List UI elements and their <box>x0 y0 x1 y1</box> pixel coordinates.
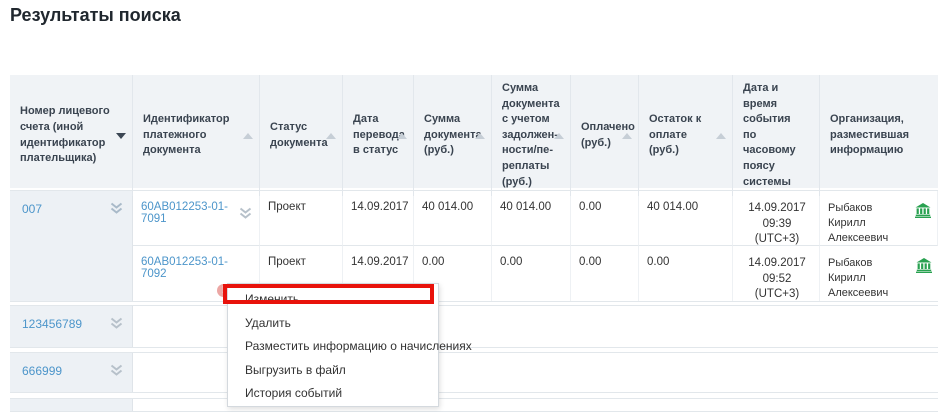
column-header-label: Сумма документа (руб.) <box>424 112 482 159</box>
column-header-label: Организация, разместившая информацию <box>830 112 930 159</box>
double-chevron-down-icon[interactable] <box>109 202 124 215</box>
amount-cell: 40 014.00 <box>414 191 492 246</box>
sort-asc-icon <box>475 133 485 139</box>
double-chevron-down-icon[interactable] <box>109 317 124 330</box>
sort-asc-icon <box>554 133 564 139</box>
column-header-amount-with-debt[interactable]: Сумма документа с учетом задолжен­ности/… <box>492 75 571 196</box>
menu-item-delete[interactable]: Удалить <box>228 312 438 336</box>
account-number-link[interactable]: 123456789 <box>22 317 82 331</box>
column-header-amount[interactable]: Сумма документа (руб.) <box>414 75 492 196</box>
column-header-label: Дата и время события по часовому поясу с… <box>743 81 803 190</box>
account-block-123456789: 123456789 <box>10 305 938 348</box>
column-header-label: Статус документа <box>270 120 328 151</box>
account-block-partial <box>10 398 938 412</box>
double-chevron-down-icon[interactable] <box>109 364 124 377</box>
event-time: 09:39 <box>741 217 813 233</box>
status-cell: Проект <box>260 191 343 246</box>
sort-desc-icon <box>116 133 126 139</box>
sort-asc-icon <box>397 133 407 139</box>
account-number-link[interactable]: 007 <box>22 202 42 216</box>
column-header-account-number[interactable]: Номер лицевого счета (иной идентификатор… <box>10 75 133 196</box>
document-id-link[interactable]: 60AB012253-01-7091 <box>141 201 234 225</box>
column-header-label: Идентификатор платежного документа <box>143 112 243 159</box>
paid-cell: 0.00 <box>571 191 639 246</box>
event-time: 09:52 <box>741 272 813 288</box>
search-results-table: Номер лицевого счета (иной идентификатор… <box>10 75 938 412</box>
status-date-cell: 14.09.2017 <box>343 191 414 246</box>
organization-cell: Рыбаков Кирилл Алексеевич <box>820 246 938 301</box>
column-header-due[interactable]: Остаток к оплате (руб.) <box>639 75 733 196</box>
column-header-paid[interactable]: Оплачено (руб.) <box>571 75 639 196</box>
account-cell: 007 <box>10 191 133 301</box>
document-context-menu: Изменить Удалить Разместить информацию о… <box>227 283 439 407</box>
event-datetime-cell: 14.09.2017 09:52 (UTC+3) <box>733 246 820 301</box>
column-header-document-id[interactable]: Идентификатор платежного документа <box>133 75 260 196</box>
event-timezone: (UTC+3) <box>741 232 813 246</box>
column-header-event-datetime: Дата и время события по часовому поясу с… <box>733 75 820 196</box>
column-header-status-date[interactable]: Дата перевода в статус <box>343 75 414 196</box>
account-block-007: 007 60AB012253-01-7091 Проект 14.09.2017… <box>10 190 938 302</box>
account-cell: 123456789 <box>10 306 133 347</box>
sort-asc-icon <box>622 133 632 139</box>
sort-asc-icon <box>243 133 253 139</box>
double-chevron-down-icon[interactable] <box>238 207 253 220</box>
account-number-link[interactable]: 666999 <box>22 364 62 378</box>
page-title: Результаты поиска <box>10 5 181 26</box>
event-datetime-cell: 14.09.2017 09:39 (UTC+3) <box>733 191 820 246</box>
menu-item-post-accruals[interactable]: Разместить информацию о начислениях <box>228 335 438 359</box>
menu-item-event-history[interactable]: История событий <box>228 382 438 406</box>
organization-name: Рыбаков Кирилл Алексеевич <box>828 201 911 246</box>
event-date: 14.09.2017 <box>741 201 813 217</box>
column-header-status[interactable]: Статус документа <box>260 75 343 196</box>
menu-item-edit[interactable]: Изменить <box>228 288 438 312</box>
column-header-label: Остаток к оплате (руб.) <box>649 112 716 159</box>
organization-cell: Рыбаков Кирилл Алексеевич <box>820 191 938 246</box>
menu-item-export-to-file[interactable]: Выгрузить в файл <box>228 359 438 383</box>
due-cell: 40 014.00 <box>639 191 733 246</box>
sort-asc-icon <box>716 133 726 139</box>
event-timezone: (UTC+3) <box>741 287 813 301</box>
document-id-cell: 60AB012253-01-7091 <box>133 191 260 246</box>
amount-with-debt-cell: 40 014.00 <box>492 191 571 246</box>
sort-asc-icon <box>326 133 336 139</box>
account-cell: 666999 <box>10 353 133 392</box>
column-header-label: Сумма документа с учетом задолжен­ности/… <box>502 81 560 190</box>
event-date: 14.09.2017 <box>741 256 813 272</box>
table-header-row: Номер лицевого счета (иной идентификатор… <box>10 75 938 188</box>
column-header-label: Номер лицевого счета (иной идентификатор… <box>20 104 116 166</box>
account-cell <box>10 399 133 411</box>
bank-icon[interactable] <box>916 258 932 273</box>
column-header-organization: Организация, разместившая информацию <box>820 75 938 196</box>
amount-with-debt-cell: 0.00 <box>492 246 571 301</box>
organization-name: Рыбаков Кирилл Алексеевич <box>828 256 912 301</box>
document-id-link[interactable]: 60AB012253-01-7092 <box>141 256 228 280</box>
paid-cell: 0.00 <box>571 246 639 301</box>
account-block-666999: 666999 <box>10 352 938 393</box>
bank-icon[interactable] <box>915 203 931 218</box>
due-cell: 0.00 <box>639 246 733 301</box>
